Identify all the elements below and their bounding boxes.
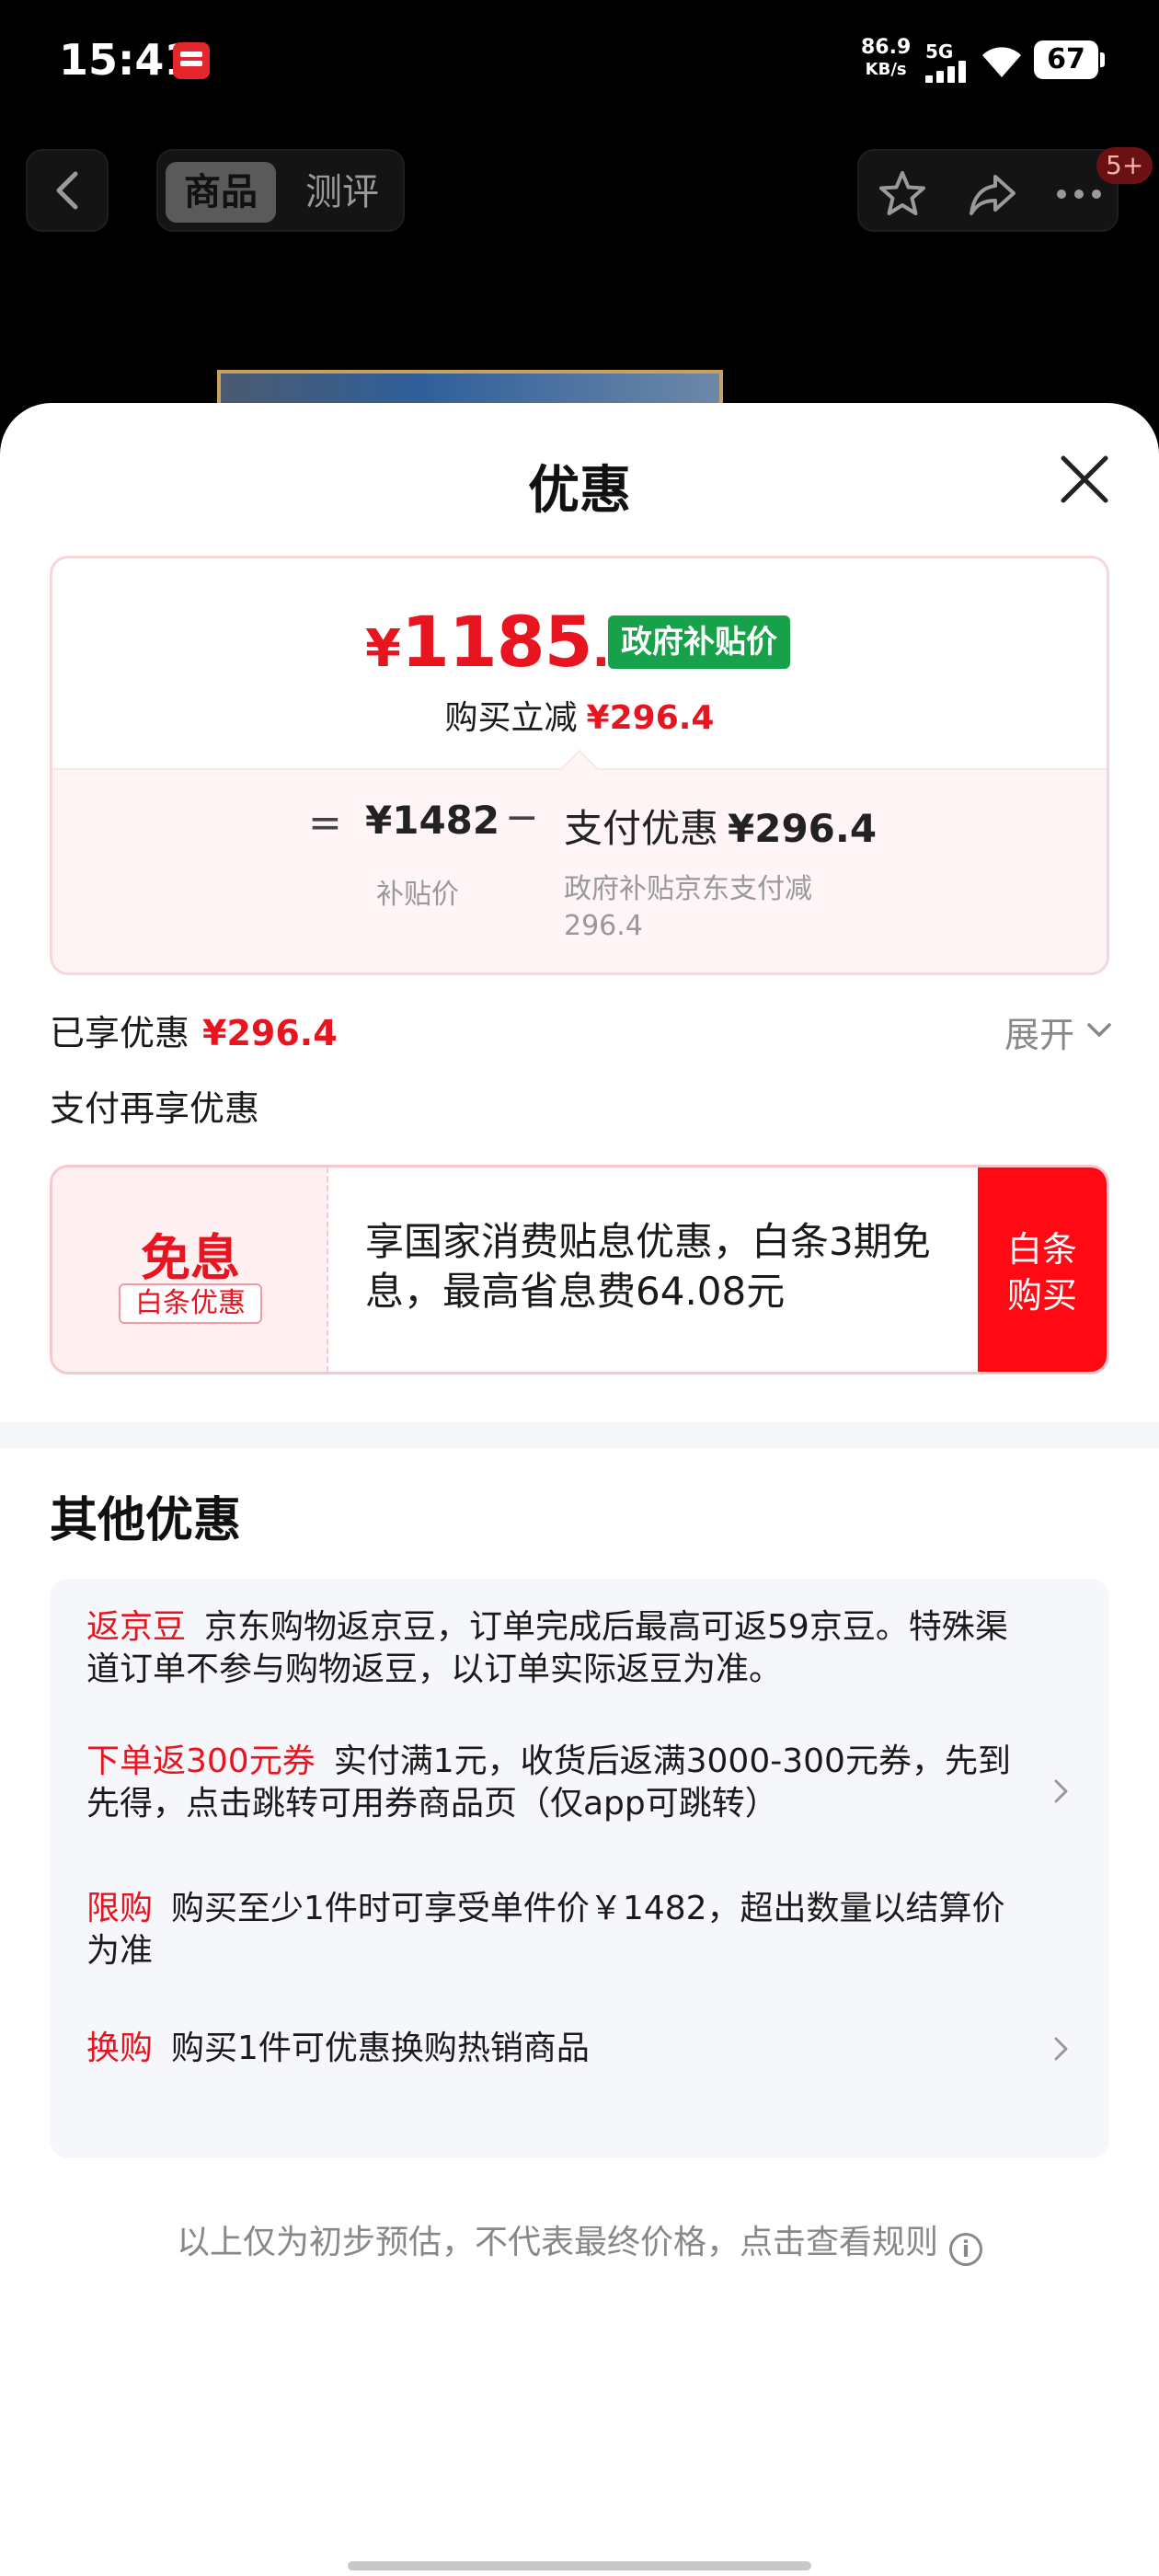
product-top-nav: 商品 测评 5+	[0, 138, 1159, 248]
share-icon[interactable]	[968, 169, 1017, 219]
chevron-right-icon[interactable]	[1052, 1777, 1071, 1805]
enjoyed-discount-label: 已享优惠	[50, 1013, 190, 1053]
disclaimer-text: 以上仅为初步预估，不代表最终价格，点击查看规则	[176, 2224, 938, 2261]
tab-product[interactable]: 商品	[166, 162, 276, 223]
payment-discount-detail: 政府补贴京东支付减296.4	[564, 873, 812, 942]
price-formula-section: = ¥1482 补贴价 − 支付优惠 ¥296.4 政府补贴京东支付减296.4	[52, 768, 1107, 972]
final-price: ¥1185.6	[365, 601, 643, 683]
subsidy-price: ¥1482	[365, 798, 500, 843]
section-divider	[0, 1422, 1159, 1448]
promo-item-coupon[interactable]: 下单返300元券 实付满1元，收货后返满3000-300元券，先到先得，点击跳转可…	[86, 1741, 1025, 1825]
payment-discount: 支付优惠 ¥296.4	[564, 798, 877, 854]
network-speed: 86.9 KB/s	[861, 37, 911, 81]
final-price-currency: ¥	[365, 619, 401, 679]
final-price-section: ¥1185.6 政府补贴价 购买立减¥296.4	[52, 558, 1107, 768]
more-icon[interactable]	[1054, 169, 1104, 219]
enjoyed-discount-amount: ¥296.4	[202, 1013, 338, 1053]
signal-icon	[925, 61, 970, 83]
network-speed-value: 86.9	[861, 36, 912, 59]
promo-tag: 换购	[86, 2030, 154, 2067]
status-bar: 15:41 86.9 KB/s 5G 67	[0, 0, 1159, 129]
baitiao-buy-button[interactable]: 白条 购买	[978, 1167, 1107, 1372]
promo-text: 京东购物返京豆，订单完成后最高可返59京豆。特殊渠道订单不参与购物返豆，以订单实…	[86, 1608, 1008, 1688]
enjoyed-discount: 已享优惠 ¥296.4	[50, 1005, 338, 1055]
baitiao-offer-badge: 免息 白条优惠	[52, 1167, 328, 1372]
more-badge: 5+	[1096, 147, 1153, 184]
pay-more-discount-label: 支付再享优惠	[50, 1088, 260, 1129]
promo-item-jingdou: 返京豆 京东购物返京豆，订单完成后最高可返59京豆。特殊渠道订单不参与购物返豆，以…	[86, 1606, 1025, 1691]
other-discounts-title: 其他优惠	[50, 1493, 242, 1548]
star-icon[interactable]	[878, 169, 927, 219]
baitiao-buy-line1: 白条	[1006, 1229, 1077, 1270]
chevron-right-icon[interactable]	[1052, 2035, 1071, 2063]
baitiao-discount-tag: 白条优惠	[119, 1283, 262, 1324]
promo-item-limit: 限购 购买至少1件时可享受单件价￥1482，超出数量以结算价为准	[86, 1888, 1025, 1972]
price-disclaimer[interactable]: 以上仅为初步预估，不代表最终价格，点击查看规则 i	[0, 2215, 1159, 2266]
promo-tag: 返京豆	[86, 1608, 187, 1646]
payment-discount-label: 支付优惠	[564, 806, 719, 851]
interest-free-label: 免息	[141, 1229, 240, 1287]
other-discounts-list: 返京豆 京东购物返京豆，订单完成后最高可返59京豆。特殊渠道订单不参与购物返豆，以…	[50, 1579, 1109, 2158]
app-notification-icon	[173, 42, 210, 79]
home-indicator[interactable]	[348, 2561, 811, 2570]
tab-review[interactable]: 测评	[291, 162, 394, 223]
promo-item-tradein[interactable]: 换购 购买1件可优惠换购热销商品	[86, 2028, 1025, 2070]
promo-tag: 下单返300元券	[86, 1742, 316, 1780]
close-icon[interactable]	[1056, 451, 1113, 508]
baitiao-buy-line2: 购买	[1006, 1275, 1077, 1316]
nav-actions	[857, 149, 1119, 232]
network-speed-unit: KB/s	[865, 60, 907, 79]
wifi-icon	[982, 47, 1021, 77]
payment-discount-amount: ¥296.4	[728, 806, 878, 851]
final-price-integer: 1185	[400, 601, 593, 683]
expand-button[interactable]: 展开	[1004, 1006, 1074, 1057]
promo-tag: 限购	[86, 1890, 154, 1927]
instant-discount-label: 购买立减	[444, 699, 578, 737]
chevron-down-icon[interactable]	[1085, 1021, 1113, 1040]
instant-discount-line: 购买立减 ¥296.4	[52, 691, 1107, 739]
baitiao-offer-card[interactable]: 免息 白条优惠 享国家消费贴息优惠，白条3期免息，最高省息费64.08元 白条 …	[50, 1165, 1109, 1374]
instant-discount-amount: ¥296.4	[586, 699, 715, 737]
minus-sign: −	[505, 794, 539, 841]
promo-text: 购买至少1件时可享受单件价￥1482，超出数量以结算价为准	[86, 1890, 1005, 1970]
discount-sheet: 优惠 ¥1185.6 政府补贴价 购买立减¥296.4 = ¥1482 补贴价 …	[0, 403, 1159, 2576]
promo-text: 购买1件可优惠换购热销商品	[171, 2030, 590, 2067]
back-button[interactable]	[26, 149, 109, 232]
battery-icon: 67	[1034, 40, 1105, 79]
sheet-title: 优惠	[528, 461, 631, 521]
subsidy-price-label: 补贴价	[376, 879, 459, 911]
back-icon	[56, 171, 78, 210]
price-breakdown-card: ¥1185.6 政府补贴价 购买立减¥296.4 = ¥1482 补贴价 − 支…	[50, 556, 1109, 975]
equals-sign: =	[308, 799, 342, 846]
gov-subsidy-tag: 政府补贴价	[608, 615, 790, 669]
product-tabs: 商品 测评	[156, 149, 405, 232]
info-icon[interactable]: i	[949, 2233, 982, 2266]
baitiao-offer-description: 享国家消费贴息优惠，白条3期免息，最高省息费64.08元	[365, 1219, 931, 1314]
network-type: 5G	[925, 40, 954, 63]
